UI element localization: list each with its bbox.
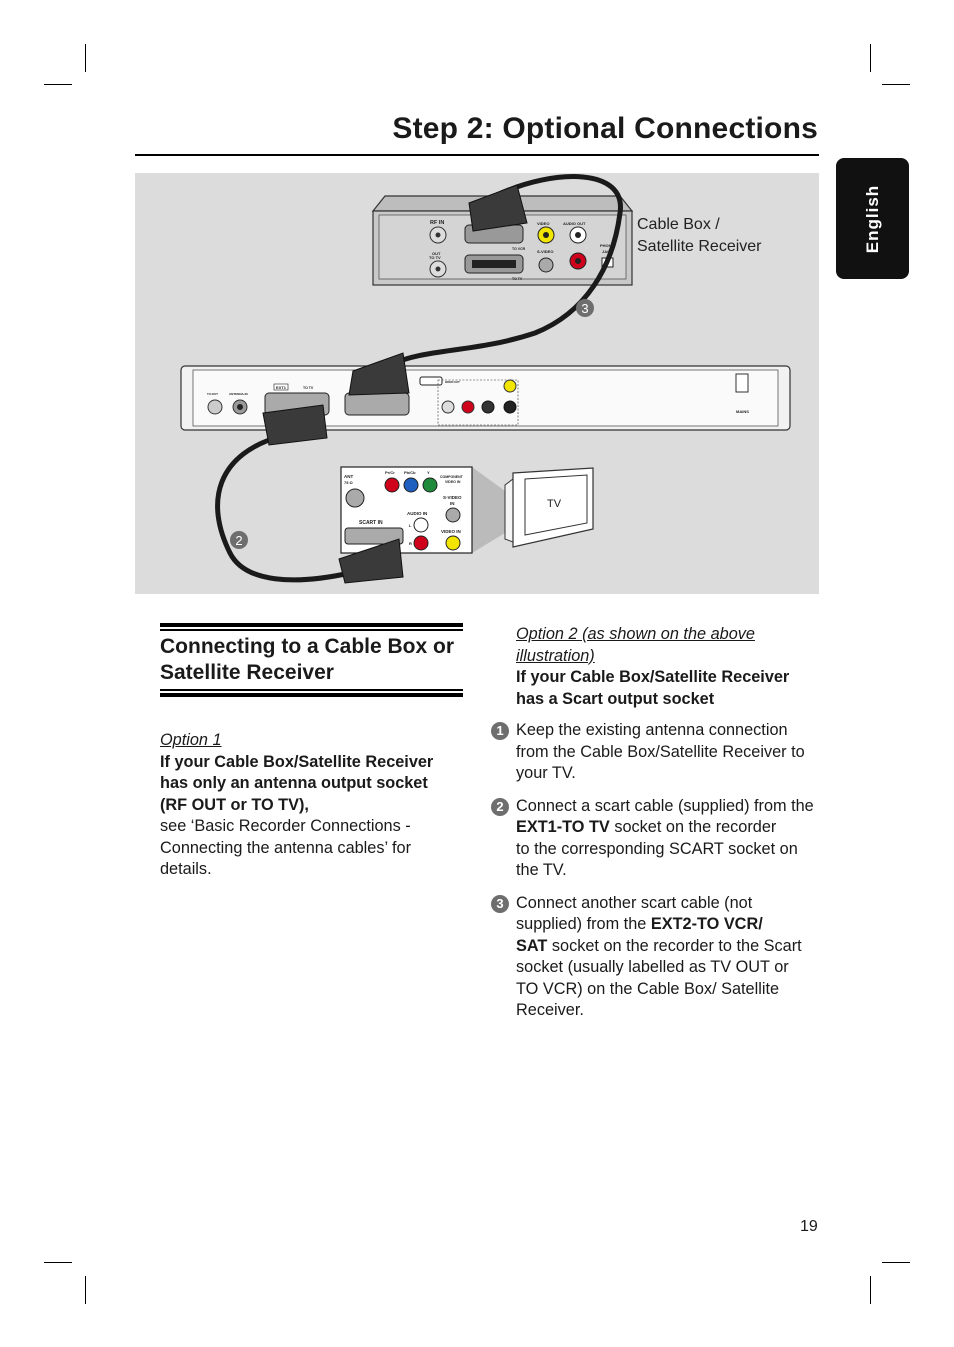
crop-mark [44, 84, 72, 85]
s-video-label: S-VIDEO [537, 249, 553, 254]
to-tv-label: TO TV [429, 255, 441, 260]
section-heading-line1: Connecting to a Cable Box or [160, 635, 455, 658]
crop-mark [870, 44, 871, 72]
tv-out-label: TV-OUT [207, 392, 218, 396]
audio-out-label: AUDIO OUT [563, 221, 586, 226]
step-1-line: Keep the existing antenna connection [516, 721, 788, 739]
crop-mark [870, 1276, 871, 1304]
step-number-3: 3 [491, 894, 509, 913]
step-2-line: the TV. [516, 861, 567, 879]
language-tab-label: English [862, 184, 882, 253]
to-vcr-label: TO VCR [512, 247, 526, 251]
ant-label: ANT [344, 474, 353, 479]
audio-in-label: AUDIO IN [407, 511, 427, 516]
step-2-line: EXT1-TO TV socket on the recorder [516, 817, 836, 839]
antenna-in-label: ANTENNA-IN [229, 392, 248, 396]
option-1-condition-line2: has only an antenna output socket [160, 774, 428, 792]
callout-2: 2 [235, 533, 242, 548]
mains-label: MAINS [736, 409, 749, 414]
scart-cable-2 [215, 432, 351, 583]
step-3-line: TO VCR) on the Cable Box/ Satellite [516, 979, 780, 998]
hdmi-out-label: HDMI OUT [445, 380, 460, 384]
video-in-component-label: VIDEO IN [445, 480, 461, 484]
ant-ohm-label: 75 Ω [344, 480, 354, 485]
option-2-block: Option 2 (as shown on the above illustra… [491, 624, 836, 1033]
option-1-label: Option 1 [160, 731, 222, 749]
section-heading: Connecting to a Cable Box or Satellite R… [160, 634, 480, 686]
ext2-socket-name-cont: SAT [516, 936, 548, 955]
audio-r-label: R [409, 541, 412, 546]
scart-in-label: SCART IN [359, 520, 383, 526]
section-heading-line2: Satellite Receiver [160, 661, 334, 684]
connection-illustration: RF IN OUT TO TV VIDEO AUDIO OUT S-VIDEO … [135, 173, 819, 594]
crop-mark [882, 84, 910, 85]
language-tab: English [836, 158, 909, 279]
step-3: 3 Connect another scart cable (not suppl… [491, 893, 836, 1022]
crop-mark [85, 44, 86, 72]
step-2-line: Connect a scart cable (supplied) from th… [516, 796, 814, 815]
option-2-condition-line1: If your Cable Box/Satellite Receiver [516, 668, 790, 686]
video-label: VIDEO [537, 221, 549, 226]
option-1-text-line2: Connecting the antenna cables’ for [160, 838, 412, 857]
crop-mark [882, 1262, 910, 1263]
step-1-line: from the Cable Box/Satellite Receiver to [516, 742, 805, 761]
heading-rule-top [160, 623, 463, 627]
pb-label: Pb/Cb [404, 470, 416, 475]
ext1-to-tv-label: TO TV [303, 386, 314, 390]
step-2-line: to the corresponding SCART socket on [516, 839, 798, 858]
heading-rule-bottom-thin [160, 689, 463, 691]
s-video-in-label-2: IN [450, 501, 455, 506]
option-1-condition-line1: If your Cable Box/Satellite Receiver [160, 752, 434, 771]
step-3-line: supplied) from the EXT2-TO VCR/ [516, 914, 836, 936]
illustration-svg: RF IN OUT TO TV VIDEO AUDIO OUT S-VIDEO … [180, 174, 791, 584]
satellite-receiver-label: Satellite Receiver [637, 238, 762, 255]
page-number: 19 [800, 1218, 818, 1235]
step-2-text: socket on the recorder [609, 818, 777, 836]
y-label: Y [427, 470, 430, 475]
option-1-text-line3: details. [160, 860, 212, 878]
option-2-label: Option 2 (as shown on the above illustra… [516, 625, 755, 665]
step-1: 1 Keep the existing antenna connection f… [491, 720, 836, 785]
heading-rule-top-thin [160, 629, 463, 631]
pr-label: Pr/Cr [385, 470, 395, 475]
step-3-text: supplied) from the [516, 915, 651, 933]
step-number-1: 1 [491, 722, 509, 740]
tv-label: TV [547, 498, 562, 510]
component-label: COMPONENT [440, 475, 464, 479]
title-rule [135, 154, 819, 156]
heading-rule-bottom [160, 693, 463, 697]
page-title: Step 2: Optional Connections [392, 112, 818, 145]
tv: TV [504, 467, 594, 548]
ext1-label: EXT1 [276, 385, 287, 390]
option-1-block: Option 1 If your Cable Box/Satellite Rec… [160, 730, 480, 881]
step-3-text: socket on the recorder to the Scart [547, 936, 802, 955]
rf-in-label: RF IN [430, 220, 444, 226]
option-1-text-line1: see ‘Basic Recorder Connections - [160, 817, 411, 835]
step-2: 2 Connect a scart cable (supplied) from … [491, 796, 836, 882]
ext2-socket-name: EXT2-TO VCR/ [650, 915, 763, 933]
crop-mark [44, 1262, 72, 1263]
step-3-line: SAT socket on the recorder to the Scart [516, 936, 836, 958]
option-1-condition-line3: (RF OUT or TO TV), [160, 795, 309, 814]
option-2-condition-line2: has a Scart output socket [516, 689, 715, 708]
cable-box-label: Cable Box / [637, 216, 720, 233]
s-video-in-label: S-VIDEO [443, 495, 462, 500]
step-3-line: Receiver. [516, 1001, 584, 1019]
step-3-line: socket (usually labelled as TV OUT or [516, 958, 789, 976]
callout-3: 3 [581, 301, 588, 316]
step-number-2: 2 [491, 797, 509, 816]
video-in-label: VIDEO IN [441, 529, 461, 534]
step-1-line: your TV. [516, 764, 576, 782]
ext1-socket-name: EXT1-TO TV [516, 818, 610, 836]
step-3-line: Connect another scart cable (not [516, 893, 753, 912]
to-tv-scart-label: TO TV [512, 277, 523, 281]
crop-mark [85, 1276, 86, 1304]
tv-panel: ANT 75 Ω Pr/Cr Pb/Cb Y COMPONENT VIDEO I… [340, 466, 505, 554]
